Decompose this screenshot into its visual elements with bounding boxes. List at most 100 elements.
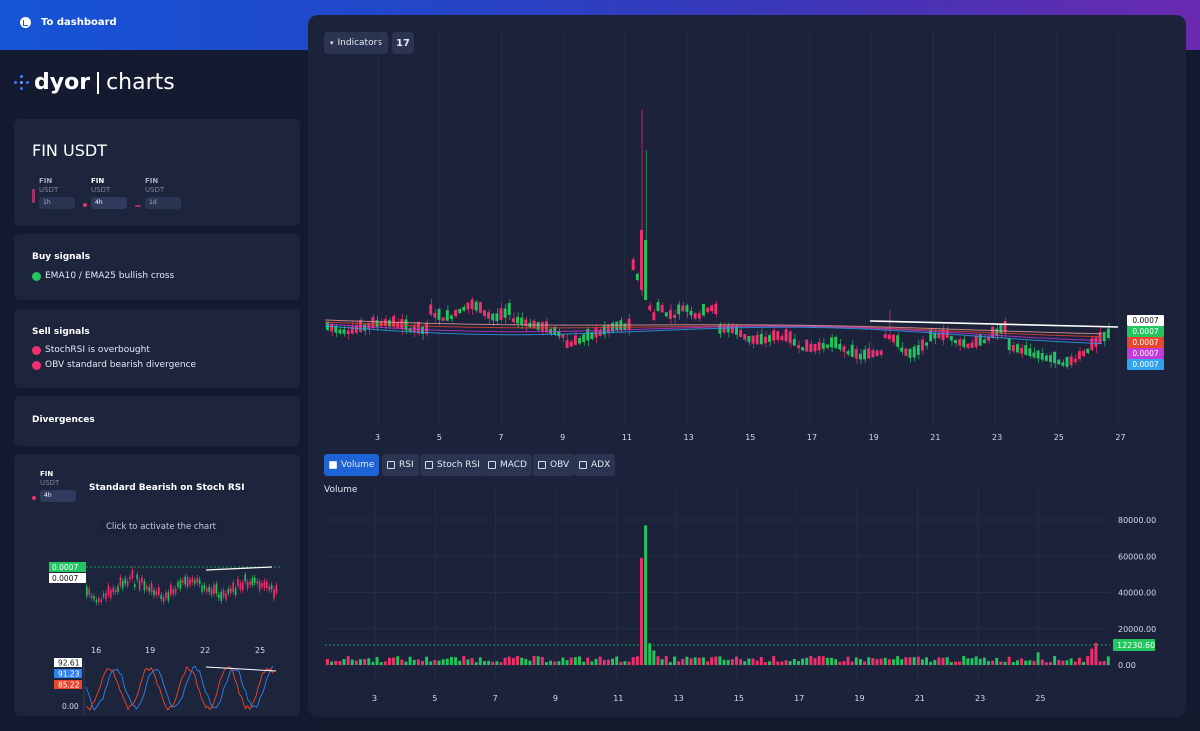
volume-bar bbox=[995, 657, 999, 665]
candle bbox=[739, 329, 743, 337]
candle bbox=[858, 353, 862, 360]
volume-bar bbox=[875, 659, 879, 665]
volume-bar bbox=[962, 656, 966, 665]
mini-chart[interactable]: 0.0007 0.0007 16 19 22 25 92.61 91.23 85… bbox=[14, 536, 300, 716]
mini-candle bbox=[122, 580, 124, 589]
back-icon bbox=[20, 17, 31, 28]
volume-bar bbox=[838, 661, 842, 665]
volume-bar bbox=[375, 657, 379, 665]
tab-label: MACD bbox=[500, 460, 527, 470]
volume-bar bbox=[594, 658, 598, 665]
timeframe-indicator bbox=[32, 189, 35, 203]
tf-label: 4h bbox=[91, 197, 127, 209]
tab-volume[interactable]: Volume bbox=[324, 454, 380, 476]
stoch-tag: 92.61 bbox=[58, 659, 80, 668]
x-tick: 11 bbox=[622, 433, 632, 440]
x-tick: 15 bbox=[734, 694, 744, 703]
candle bbox=[371, 317, 375, 328]
mini-candle bbox=[179, 580, 182, 589]
volume-bar bbox=[416, 659, 420, 665]
candle bbox=[429, 304, 433, 315]
tab-adx[interactable]: ADX bbox=[574, 454, 616, 476]
price-x-axis: 3 5 7 9 11 13 15 17 19 21 23 25 27 bbox=[375, 433, 1126, 440]
tab-macd[interactable]: MACD bbox=[483, 454, 532, 476]
tf-quote: USDT bbox=[39, 186, 59, 194]
x-tick: 19 bbox=[869, 433, 879, 440]
volume-bar bbox=[524, 658, 528, 665]
mini-candle bbox=[249, 581, 251, 585]
volume-bar bbox=[383, 661, 387, 665]
volume-bar bbox=[743, 661, 747, 665]
logo[interactable]: dyor charts bbox=[14, 70, 175, 95]
candle bbox=[569, 341, 573, 347]
volume-bar bbox=[507, 656, 511, 665]
volume-bar bbox=[1082, 661, 1086, 665]
volume-bar bbox=[1090, 648, 1094, 665]
mini-candle bbox=[263, 581, 266, 589]
mini-candle bbox=[143, 581, 146, 591]
tf-base: FIN bbox=[145, 177, 159, 185]
volume-bar bbox=[883, 657, 887, 665]
candle bbox=[458, 309, 462, 314]
tab-stoch-rsi[interactable]: Stoch RSI bbox=[420, 454, 485, 476]
stoch-tag: 85.22 bbox=[58, 681, 80, 690]
mini-candle bbox=[117, 586, 119, 592]
volume-bar bbox=[1028, 660, 1032, 665]
volume-bar bbox=[867, 657, 871, 665]
stoch-zero-tick: 0.00 bbox=[62, 702, 79, 711]
candle bbox=[1102, 331, 1106, 341]
back-to-dashboard-link[interactable]: To dashboard bbox=[20, 17, 117, 28]
volume-bar bbox=[1098, 661, 1102, 665]
y-tick: 20000.00 bbox=[1118, 625, 1156, 634]
mini-candle bbox=[273, 589, 275, 599]
buy-signal-item[interactable]: EMA10 / EMA25 bullish cross bbox=[32, 271, 282, 281]
sell-signals-title: Sell signals bbox=[32, 327, 90, 337]
tab-obv[interactable]: OBV bbox=[533, 454, 575, 476]
timeframe-1h[interactable]: FIN USDT 1h bbox=[32, 177, 75, 209]
mini-candle bbox=[254, 577, 256, 584]
volume-bar bbox=[346, 656, 350, 665]
volume-bar bbox=[1011, 662, 1015, 665]
price-tag-ema25: 0.0007 bbox=[1127, 337, 1164, 348]
x-tick: 17 bbox=[794, 694, 804, 703]
mini-candle bbox=[153, 590, 155, 596]
volume-bar bbox=[611, 658, 615, 665]
candle bbox=[437, 308, 441, 320]
volume-bar bbox=[338, 661, 342, 665]
volume-bar bbox=[326, 658, 329, 665]
timeframe-4h[interactable]: FIN USDT 4h bbox=[83, 177, 127, 209]
candle bbox=[1011, 345, 1015, 352]
checkbox-icon bbox=[538, 461, 546, 469]
candle bbox=[1069, 356, 1073, 365]
volume-bar bbox=[598, 656, 602, 665]
mini-divergence-line bbox=[205, 566, 273, 571]
volume-bar bbox=[912, 657, 916, 665]
volume-bar bbox=[1077, 657, 1081, 665]
volume-bar bbox=[586, 657, 590, 665]
timeframe-1d[interactable]: FIN USDT 1d bbox=[135, 177, 181, 209]
mini-candle bbox=[266, 581, 268, 588]
sell-signal-item[interactable]: OBV standard bearish divergence bbox=[32, 360, 282, 370]
volume-bar bbox=[1036, 652, 1040, 665]
candle bbox=[1036, 350, 1040, 359]
candle bbox=[788, 331, 792, 344]
mini-candle bbox=[230, 588, 232, 593]
candle bbox=[842, 346, 846, 352]
tab-rsi[interactable]: RSI bbox=[382, 454, 419, 476]
mini-candle bbox=[227, 588, 230, 594]
tab-label: RSI bbox=[399, 460, 414, 470]
volume-bar bbox=[863, 661, 867, 665]
sell-signal-item[interactable]: StochRSI is overbought bbox=[32, 345, 282, 355]
price-chart[interactable]: 3 5 7 9 11 13 15 17 19 21 23 25 27 bbox=[325, 30, 1180, 440]
volume-bar bbox=[437, 660, 441, 665]
mini-candle bbox=[131, 569, 134, 579]
volume-bar bbox=[858, 659, 862, 665]
candle bbox=[483, 310, 486, 316]
divergences-card[interactable]: Divergences bbox=[14, 396, 300, 446]
volume-bar bbox=[710, 657, 714, 665]
x-tick: 23 bbox=[975, 694, 985, 703]
candle bbox=[520, 317, 524, 325]
volume-bar bbox=[788, 661, 792, 665]
volume-chart[interactable]: 80000.00 60000.00 40000.00 20000.00 0.00 3 5 7… bbox=[325, 488, 1180, 713]
volume-bar bbox=[904, 657, 908, 665]
